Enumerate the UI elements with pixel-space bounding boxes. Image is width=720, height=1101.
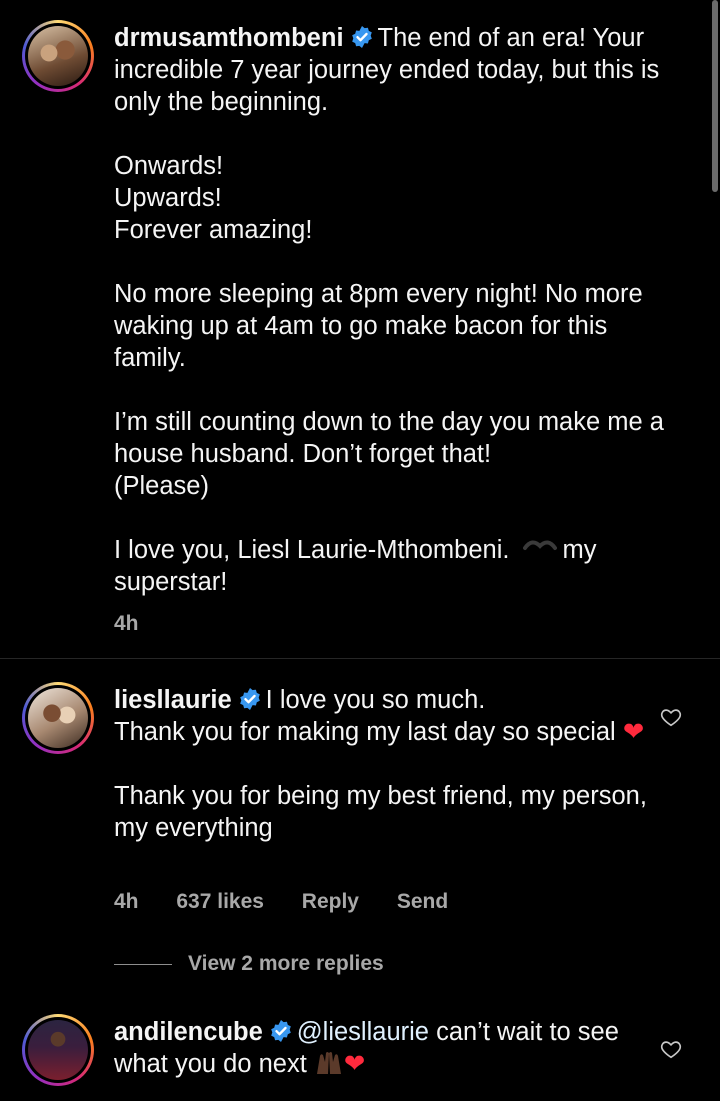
username[interactable]: drmusamthombeni	[114, 24, 344, 52]
verified-badge-icon	[239, 688, 260, 710]
avatar-photo	[28, 688, 88, 748]
caption-line: I’m still counting down to the day you m…	[114, 408, 664, 468]
comment-text: Thank you for making my last day so spec…	[114, 716, 674, 748]
username[interactable]: liesllaurie	[114, 686, 232, 714]
send-button[interactable]: Send	[397, 890, 448, 913]
like-heart-icon[interactable]	[660, 1038, 682, 1060]
username[interactable]: andilencube	[114, 1018, 263, 1046]
caption-line: Onwards!	[114, 152, 224, 180]
black-heart-emoji-icon	[522, 540, 557, 550]
mention-link[interactable]: @liesllaurie	[297, 1018, 429, 1046]
raised-hands-emoji-icon	[316, 1052, 341, 1074]
divider	[0, 658, 720, 659]
post-meta: 4h	[114, 612, 171, 636]
view-more-replies-button[interactable]: View 2 more replies	[114, 952, 384, 976]
post-caption: drmusamthombeni The end of an era! Your i…	[114, 22, 674, 598]
verified-badge-icon	[351, 26, 372, 48]
comment-meta: 4h 637 likes Reply Send	[114, 890, 480, 914]
avatar[interactable]	[22, 1014, 94, 1086]
avatar-photo	[28, 1020, 88, 1080]
verified-badge-icon	[270, 1020, 291, 1042]
scrollbar[interactable]	[712, 0, 718, 192]
comment: andilencube @liesllaurie can’t wait to se…	[114, 1016, 674, 1080]
caption-line: (Please)	[114, 472, 209, 500]
replies-line	[114, 963, 172, 965]
post-time: 4h	[114, 612, 139, 635]
caption-line: Forever amazing!	[114, 216, 313, 244]
red-heart-emoji-icon: ❤	[622, 718, 645, 746]
avatar[interactable]	[22, 20, 94, 92]
caption-line: I love you, Liesl Laurie-Mthombeni. my s…	[114, 534, 674, 598]
red-heart-emoji-icon: ❤	[343, 1050, 366, 1078]
caption-line: Upwards!	[114, 184, 222, 212]
comment-text: I love you so much.	[265, 686, 486, 714]
avatar[interactable]	[22, 682, 94, 754]
comment-text: Thank you for being my best friend, my p…	[114, 782, 647, 842]
comment-time: 4h	[114, 890, 139, 913]
reply-button[interactable]: Reply	[302, 890, 359, 913]
like-heart-icon[interactable]	[660, 706, 682, 728]
view-replies-label: View 2 more replies	[188, 952, 384, 975]
caption-line: No more sleeping at 8pm every night! No …	[114, 280, 643, 372]
comment: liesllaurie I love you so much. Thank you…	[114, 684, 674, 844]
comment-text-line: Thank you for making my last day so spec…	[114, 718, 616, 746]
caption-text: I love you, Liesl Laurie-Mthombeni.	[114, 536, 510, 564]
avatar-photo	[28, 26, 88, 86]
likes-count[interactable]: 637 likes	[176, 890, 264, 913]
